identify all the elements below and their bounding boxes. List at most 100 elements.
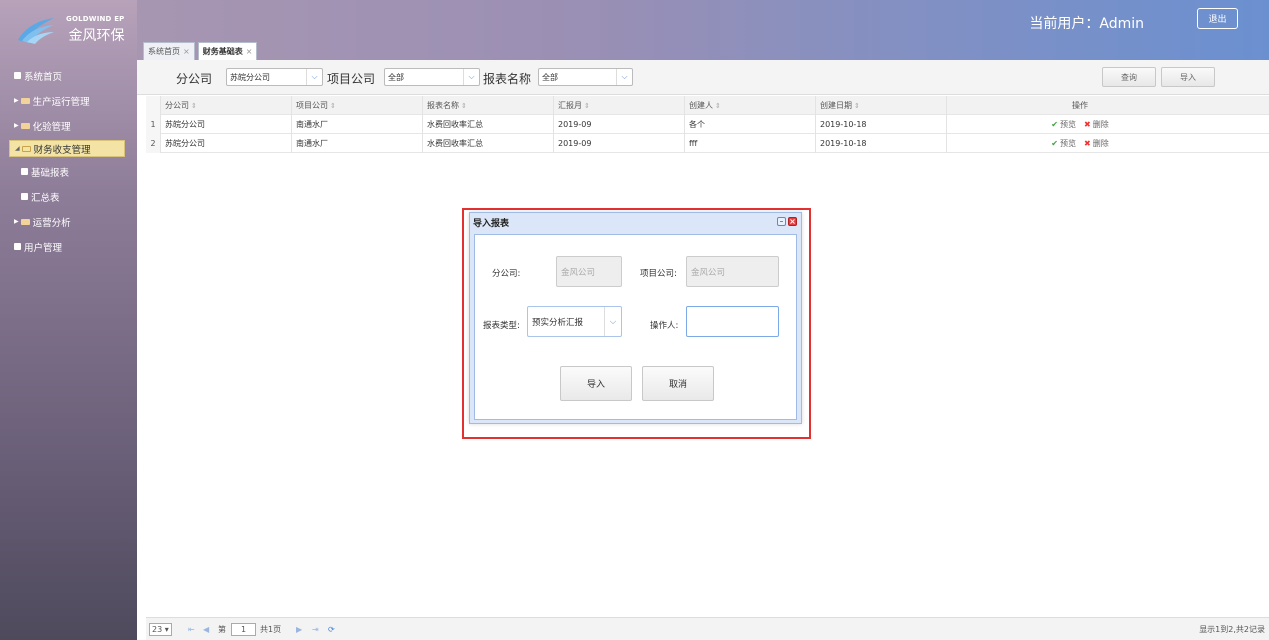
pagination-bar: 23 ▾ ⇤ ◀ 第 1 共1页 ▶ ⇥ ⟳ 显示1到2,共2记录 [146,617,1269,640]
sidebar-item-basic-report[interactable]: 基础报表 [0,159,137,184]
delete-link[interactable]: 删除 [1093,119,1109,130]
project-select[interactable]: 全部 ⌵ [384,68,480,86]
dialog-operator-label: 操作人: [650,321,679,331]
delete-x-icon: ✖ [1084,139,1091,148]
folder-icon [20,218,30,225]
chevron-down-icon: ⌵ [463,69,479,85]
project-label: 项目公司 [327,72,376,86]
sidebar-item-label: 汇总表 [31,192,60,204]
sidebar-item-summary[interactable]: 汇总表 [0,184,137,209]
first-page-icon[interactable]: ⇤ [188,622,195,637]
column-header[interactable]: 创建日期 ⇕ [815,96,946,115]
checkmark-icon: ✔ [1051,139,1058,148]
branch-select-value: 苏皖分公司 [230,72,270,82]
column-header[interactable]: 分公司 ⇕ [160,96,291,115]
page-total: 共1页 [260,625,282,634]
sidebar-item-label: 用户管理 [24,242,63,254]
chevron-right-icon: ▶ [14,218,19,225]
table-header: 分公司 ⇕ 项目公司 ⇕ 报表名称 ⇕ 汇报月 ⇕ 创建人 ⇕ 创建日期 ⇕ 操作 [146,95,1269,115]
dialog-project-label: 项目公司: [640,269,677,279]
close-icon[interactable]: × [246,47,253,56]
sidebar-item-operations[interactable]: ▶ 运营分析 [0,209,137,234]
close-icon[interactable]: × [788,217,797,226]
cell-month: 2019-09 [553,115,684,134]
next-page-icon[interactable]: ▶ [296,622,302,637]
sort-icon: ⇕ [330,101,336,110]
last-page-icon[interactable]: ⇥ [312,622,319,637]
dialog-titlebar: 导入报表 × [470,213,801,232]
tab-home[interactable]: 系统首页 × [143,42,195,60]
report-type-value: 预实分析汇报 [532,317,584,328]
cell-report: 水费回收率汇总 [422,115,553,134]
refresh-icon[interactable]: ⟳ [328,622,335,637]
preview-link[interactable]: 预览 [1060,138,1076,149]
page-size-select[interactable]: 23 ▾ [149,623,172,636]
sort-icon: ⇕ [191,101,197,110]
table-row[interactable]: 2 苏皖分公司 南通水厂 水费回收率汇总 2019-09 fff 2019-10… [146,133,1269,153]
current-user: 当前用户：Admin [1029,16,1144,32]
cell-report: 水费回收率汇总 [422,134,553,153]
sidebar-item-production[interactable]: ▶ 生产运行管理 [0,88,137,113]
sidebar-item-users[interactable]: 用户管理 [0,234,137,259]
sidebar-item-home[interactable]: 系统首页 [0,63,137,88]
sort-icon: ⇕ [461,101,467,110]
logout-button[interactable]: 退出 [1197,8,1238,29]
column-header[interactable]: 汇报月 ⇕ [553,96,684,115]
cell-date: 2019-10-18 [815,115,946,134]
cell-project: 南通水厂 [291,115,422,134]
folder-open-icon [21,145,31,152]
sidebar-item-finance[interactable]: ◢ 财务收支管理 [9,140,125,157]
branch-select[interactable]: 苏皖分公司 ⌵ [226,68,323,86]
document-icon [14,243,21,250]
operator-input[interactable] [686,306,779,337]
dialog-branch-label: 分公司: [492,269,521,279]
column-header[interactable]: 项目公司 ⇕ [291,96,422,115]
sidebar-item-lab[interactable]: ▶ 化验管理 [0,113,137,138]
delete-x-icon: ✖ [1084,120,1091,129]
chevron-right-icon: ▶ [14,122,19,129]
dialog-branch-field: 金风公司 [556,256,622,287]
dialog-cancel-button[interactable]: 取消 [642,366,714,401]
query-button[interactable]: 查询 [1102,67,1156,87]
sidebar-item-label: 财务收支管理 [33,144,91,156]
tab-finance-basic[interactable]: 财务基础表 × [197,42,258,60]
checkmark-icon: ✔ [1051,120,1058,129]
import-button[interactable]: 导入 [1161,67,1215,87]
tab-label: 系统首页 [148,47,180,56]
sort-icon: ⇕ [854,101,860,110]
preview-link[interactable]: 预览 [1060,119,1076,130]
cell-branch: 苏皖分公司 [160,115,291,134]
sidebar-item-label: 运营分析 [32,217,71,229]
row-number: 2 [146,133,160,153]
prev-page-icon[interactable]: ◀ [203,622,209,637]
tab-label: 财务基础表 [202,47,243,56]
report-type-select[interactable]: 预实分析汇报 ⌵ [527,306,622,337]
cell-creator: fff [684,134,815,153]
close-icon[interactable]: × [183,47,190,56]
delete-link[interactable]: 删除 [1093,138,1109,149]
page-number-input[interactable]: 1 [231,623,256,636]
folder-icon [20,122,30,129]
logo: GOLDWIND EP 金风环保 [0,0,137,60]
report-name-select[interactable]: 全部 ⌵ [538,68,633,86]
minimize-icon[interactable] [777,217,786,226]
report-name-label: 报表名称 [483,72,532,86]
chevron-down-icon: ⌵ [306,69,322,85]
sidebar-item-label: 生产运行管理 [32,96,90,108]
chevron-down-icon: ⌵ [604,307,621,336]
sidebar: GOLDWIND EP 金风环保 系统首页 ▶ 生产运行管理 ▶ 化验管理 ◢ … [0,0,137,640]
table-row[interactable]: 1 苏皖分公司 南通水厂 水费回收率汇总 2019-09 各个 2019-10-… [146,114,1269,134]
dialog-project-field: 金风公司 [686,256,779,287]
column-header[interactable]: 报表名称 ⇕ [422,96,553,115]
column-header: 操作 [946,96,1213,115]
dialog-body: 分公司: 金风公司 项目公司: 金风公司 报表类型: 预实分析汇报 ⌵ 操作人:… [474,234,797,420]
sidebar-item-label: 系统首页 [24,71,63,83]
logo-cn-text: 金风环保 [68,28,125,44]
sort-icon: ⇕ [715,101,721,110]
dialog-import-button[interactable]: 导入 [560,366,632,401]
document-icon [21,168,28,175]
dialog-type-label: 报表类型: [483,321,520,331]
column-header[interactable]: 创建人 ⇕ [684,96,815,115]
sidebar-nav: 系统首页 ▶ 生产运行管理 ▶ 化验管理 ◢ 财务收支管理 基础报表 汇总表 ▶ [0,63,137,259]
import-report-dialog: 导入报表 × 分公司: 金风公司 项目公司: 金风公司 报表类型: 预实分析汇报… [469,212,802,424]
